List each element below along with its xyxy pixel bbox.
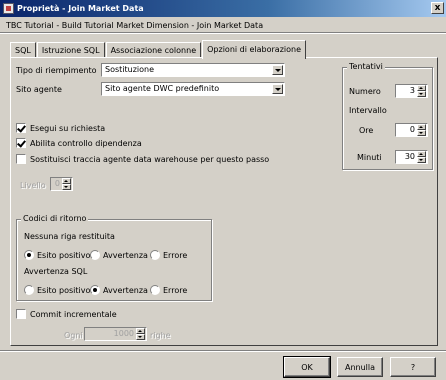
close-icon[interactable]: x <box>431 2 444 14</box>
agent-site-select[interactable]: Sito agente DWC predefinito <box>101 82 285 96</box>
hours-spinner[interactable]: 0 <box>395 123 428 137</box>
replace-trace-checkbox[interactable] <box>16 154 26 164</box>
level-spinner: 0 <box>50 177 73 191</box>
spin-down-icon[interactable] <box>417 157 426 163</box>
minutes-value: 30 <box>404 152 415 161</box>
no-rows-label: Nessuna riga restituita <box>24 232 115 241</box>
commit-every-value: 1000 <box>113 329 134 338</box>
app-icon <box>3 3 14 14</box>
incremental-commit-checkbox[interactable] <box>16 309 26 319</box>
dependency-label: Abilita controllo dipendenza <box>30 139 142 148</box>
commit-every-label: Ogni <box>64 331 83 340</box>
ok-button[interactable]: OK <box>283 356 331 378</box>
divider <box>0 32 446 34</box>
retries-number-spinner[interactable]: 3 <box>395 84 428 98</box>
sql-warning-success-label: Esito positivo <box>37 286 91 295</box>
retries-title: Tentativi <box>347 62 385 71</box>
spin-down-icon <box>136 334 145 340</box>
minutes-spinner[interactable]: 30 <box>395 150 428 164</box>
help-button[interactable]: ? <box>390 357 436 377</box>
run-on-demand-label: Esegui su richiesta <box>30 124 106 133</box>
level-value: 0 <box>54 179 60 188</box>
step-path: TBC Tutorial - Build Tutorial Market Dim… <box>6 21 264 30</box>
commit-every-spinner: 1000 <box>84 327 147 341</box>
sql-warning-label: Avvertenza SQL <box>24 267 88 276</box>
tab-sql-statement[interactable]: Istruzione SQL <box>36 42 105 58</box>
fill-type-label: Tipo di riempimento <box>16 66 97 75</box>
spin-down-icon[interactable] <box>417 91 426 97</box>
window-title: Proprietà - Join Market Data <box>17 4 144 13</box>
spin-down-icon <box>62 184 71 190</box>
retries-number-label: Numero <box>349 87 381 96</box>
no-rows-success-radio[interactable] <box>24 250 34 260</box>
hours-label: Ore <box>359 126 374 135</box>
tab-strip: SQL Istruzione SQL Associazione colonne … <box>10 39 307 59</box>
sql-warning-warning-label: Avvertenza <box>103 286 148 295</box>
no-rows-warning-radio[interactable] <box>90 250 100 260</box>
spin-down-icon[interactable] <box>417 130 426 136</box>
no-rows-error-label: Errore <box>163 251 188 260</box>
no-rows-warning-label: Avvertenza <box>103 251 148 260</box>
interval-label: Intervallo <box>349 106 387 115</box>
chevron-down-icon[interactable] <box>272 84 283 94</box>
sql-warning-warning-radio[interactable] <box>90 285 100 295</box>
cancel-button[interactable]: Annulla <box>337 357 383 377</box>
sql-warning-error-radio[interactable] <box>150 285 160 295</box>
chevron-down-icon[interactable] <box>272 65 283 75</box>
hours-value: 0 <box>409 125 415 134</box>
fill-type-select[interactable]: Sostituzione <box>101 63 285 77</box>
incremental-commit-label: Commit incrementale <box>30 310 117 319</box>
commit-rows-label: righe <box>150 331 171 340</box>
no-rows-success-label: Esito positivo <box>37 251 91 260</box>
return-codes-title: Codici di ritorno <box>21 214 89 223</box>
tab-processing-options[interactable]: Opzioni di elaborazione <box>202 40 307 59</box>
retries-number-value: 3 <box>409 86 415 95</box>
replace-trace-label: Sostituisci traccia agente data warehous… <box>30 155 270 164</box>
tab-sql[interactable]: SQL <box>10 42 36 58</box>
minutes-label: Minuti <box>357 153 382 162</box>
sql-warning-success-radio[interactable] <box>24 285 34 295</box>
sql-warning-error-label: Errore <box>163 286 188 295</box>
no-rows-error-radio[interactable] <box>150 250 160 260</box>
tab-column-mapping[interactable]: Associazione colonne <box>105 42 202 58</box>
agent-site-label: Sito agente <box>16 85 62 94</box>
dependency-checkbox[interactable] <box>16 138 26 148</box>
agent-site-value: Sito agente DWC predefinito <box>105 84 220 93</box>
divider <box>0 350 446 352</box>
level-label: Livello <box>20 181 46 190</box>
run-on-demand-checkbox[interactable] <box>16 123 26 133</box>
fill-type-value: Sostituzione <box>105 65 155 74</box>
window-titlebar[interactable]: Proprietà - Join Market Data x <box>0 0 446 17</box>
